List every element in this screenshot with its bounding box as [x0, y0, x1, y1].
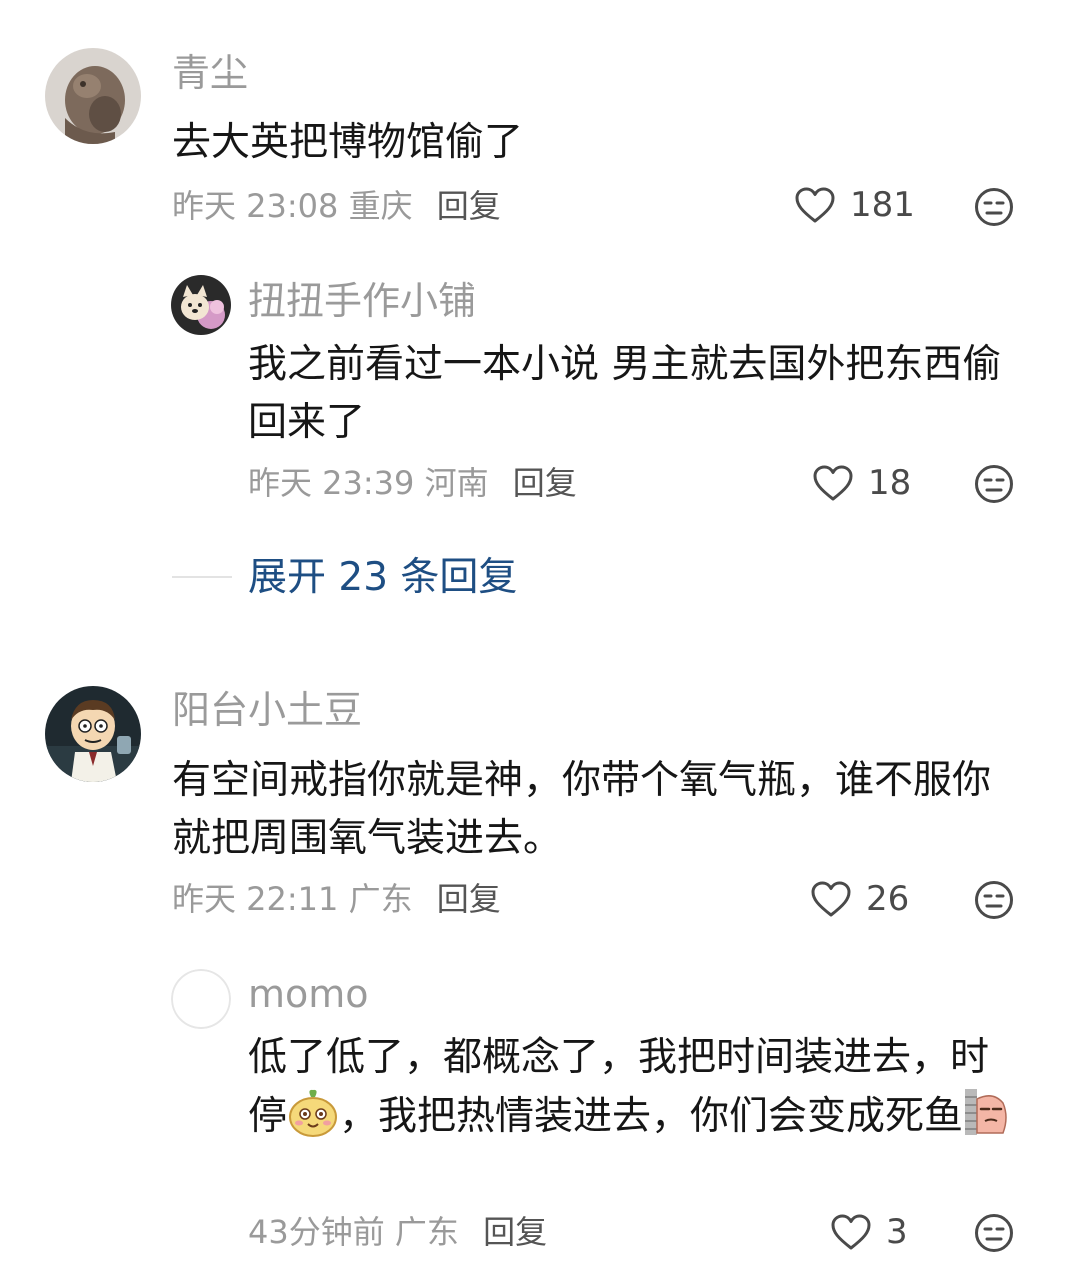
reply-text: 低了低了，都概念了，我把时间装进去，时停 ，我把热情装进去，你们会变成死鱼	[248, 1029, 1018, 1154]
like-count: 3	[886, 1212, 908, 1252]
neutral-face-icon	[975, 1214, 1013, 1252]
comment-meta: 昨天 23:08 重庆 回复	[172, 190, 501, 222]
heart-outline-icon	[813, 465, 853, 501]
comment-meta: 昨天 22:11 广东 回复	[172, 883, 501, 915]
comment-username[interactable]: 青尘	[172, 54, 248, 92]
expand-divider	[172, 576, 232, 578]
reply-button[interactable]: 回复	[513, 464, 577, 502]
expand-replies-button[interactable]: 展开 23 条回复	[248, 558, 517, 597]
like-button[interactable]: 18	[812, 464, 911, 502]
reply-button[interactable]: 回复	[437, 880, 501, 918]
dislike-button[interactable]	[974, 187, 1014, 227]
comment-text: 有空间戒指你就是神，你带个氧气瓶，谁不服你就把周围氧气装进去。	[172, 758, 992, 861]
reply-button[interactable]: 回复	[437, 187, 501, 225]
like-button[interactable]: 3	[830, 1213, 908, 1251]
reply-location: 河南	[424, 464, 489, 502]
like-count: 26	[866, 879, 910, 919]
comment-text: 去大英把博物馆偷了	[172, 120, 524, 165]
avatar[interactable]	[171, 969, 231, 1029]
reply-time: 昨天 23:39	[248, 464, 415, 502]
like-button[interactable]: 26	[810, 880, 909, 918]
reply-text: 我之前看过一本小说 男主就去国外把东西偷回来了	[248, 342, 1002, 445]
reply-time: 43分钟前	[248, 1213, 385, 1251]
reply-button[interactable]: 回复	[483, 1213, 547, 1251]
avatar[interactable]	[45, 686, 141, 782]
neutral-face-icon	[975, 881, 1013, 919]
comment-location: 广东	[348, 880, 413, 918]
comment-time: 昨天 22:11	[172, 880, 339, 918]
like-count: 18	[868, 463, 912, 503]
avatar-cartoon-image	[45, 686, 141, 782]
comment-time: 昨天 23:08	[172, 187, 339, 225]
like-count: 181	[850, 185, 915, 225]
dislike-button[interactable]	[974, 880, 1014, 920]
comment-username[interactable]: 阳台小土豆	[172, 691, 362, 729]
dislike-button[interactable]	[974, 1213, 1014, 1253]
reply-text-part: ，我把热情装进去，你们会变成死鱼	[339, 1094, 964, 1139]
like-button[interactable]: 181	[794, 186, 915, 224]
avatar-statue-image	[45, 48, 141, 144]
smiling-bun-sticker-icon	[287, 1087, 339, 1154]
comment-location: 重庆	[348, 187, 413, 225]
avatar[interactable]	[171, 275, 231, 335]
heart-outline-icon	[795, 187, 835, 223]
reply-username[interactable]: momo	[248, 975, 369, 1013]
dislike-button[interactable]	[974, 464, 1014, 504]
avatar-dog-image	[171, 275, 231, 335]
peeking-sticker-icon	[963, 1087, 1009, 1154]
reply-meta: 昨天 23:39 河南 回复	[248, 467, 577, 499]
reply-location: 广东	[394, 1213, 459, 1251]
avatar-blank-image	[171, 969, 231, 1029]
neutral-face-icon	[975, 188, 1013, 226]
avatar[interactable]	[45, 48, 141, 144]
heart-outline-icon	[831, 1214, 871, 1250]
heart-outline-icon	[811, 881, 851, 917]
reply-username[interactable]: 扭扭手作小铺	[248, 282, 476, 320]
reply-meta: 43分钟前 广东 回复	[248, 1216, 547, 1248]
neutral-face-icon	[975, 465, 1013, 503]
